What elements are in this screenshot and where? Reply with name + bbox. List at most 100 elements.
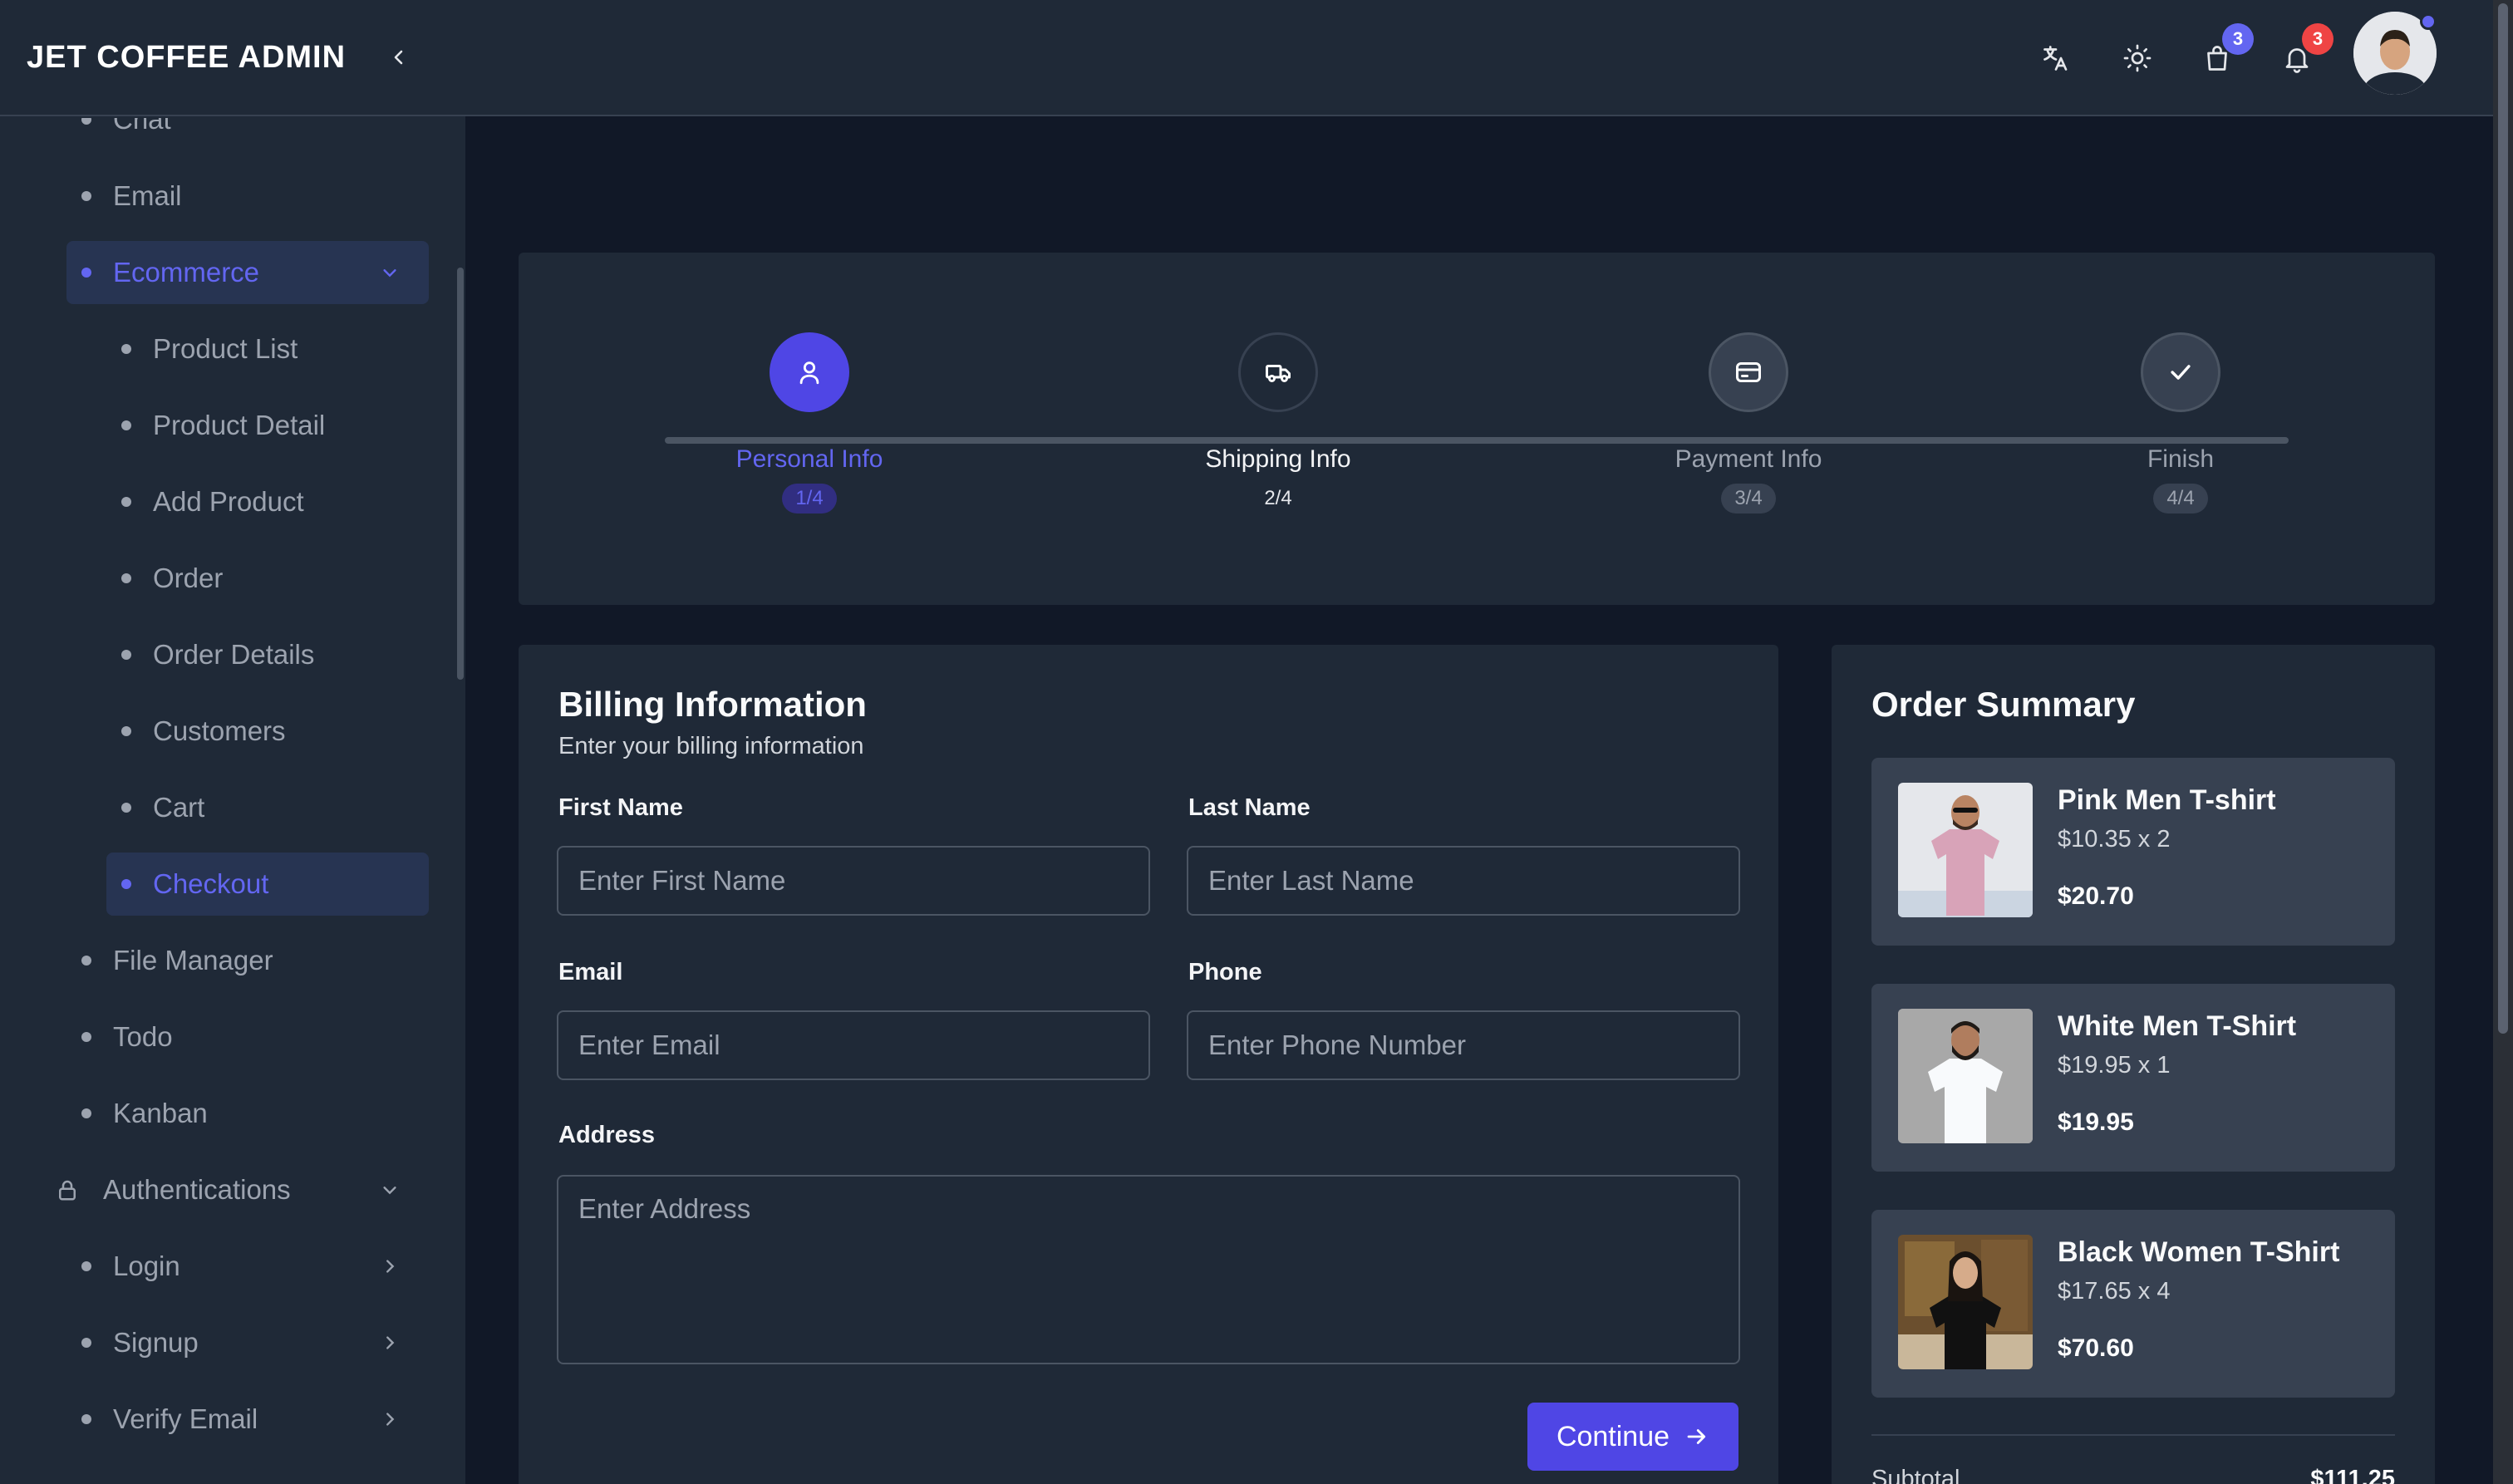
bullet-icon [121, 497, 131, 507]
truck-icon [1266, 365, 1291, 382]
bullet-icon [81, 1261, 91, 1271]
step-finish[interactable]: Finish 4/4 [2014, 332, 2347, 514]
order-item[interactable]: Pink Men T-shirt $10.35 x 2 $20.70 [1871, 758, 2395, 946]
sidebar-item-todo[interactable]: Todo [0, 999, 465, 1075]
sun-icon [2123, 44, 2152, 72]
pink-tshirt-image [1898, 783, 2033, 917]
black-tshirt-image [1898, 1235, 2033, 1369]
notification-count-badge: 3 [2302, 23, 2334, 55]
sidebar-item-label: Product List [153, 333, 298, 364]
billing-subtitle: Enter your billing information [558, 733, 864, 759]
step-count: 3/4 [1721, 484, 1776, 514]
sidebar-header: JET COFFEE ADMIN [0, 0, 465, 116]
step-circle [2141, 332, 2220, 412]
bullet-icon [121, 879, 131, 889]
phone-field[interactable] [1187, 1010, 1740, 1080]
step-circle [1709, 332, 1788, 412]
address-label: Address [558, 1122, 656, 1148]
step-payment-info[interactable]: Payment Info 3/4 [1582, 332, 1915, 514]
step-personal-info[interactable]: Personal Info 1/4 [643, 332, 976, 514]
sidebar-item-authentications[interactable]: Authentications [0, 1152, 465, 1228]
cart-button[interactable]: 3 [2196, 23, 2254, 80]
step-shipping-info[interactable]: Shipping Info 2/4 [1112, 332, 1444, 514]
sidebar-item-label: Signup [113, 1327, 199, 1358]
sidebar-item-signup[interactable]: Signup [0, 1305, 465, 1381]
step-count: 2/4 [1264, 487, 1292, 509]
address-field[interactable] [557, 1175, 1740, 1364]
sidebar-item-kanban[interactable]: Kanban [0, 1075, 465, 1152]
cart-count-badge: 3 [2222, 23, 2254, 55]
item-price-qty: $10.35 x 2 [2058, 826, 2171, 853]
chevron-right-icon [386, 1260, 395, 1273]
collapse-sidebar-button[interactable] [382, 41, 416, 74]
sidebar-item-email[interactable]: Email [0, 158, 465, 234]
theme-toggle-button[interactable] [2116, 37, 2159, 80]
brand-title: JET COFFEE ADMIN [27, 39, 347, 75]
last-name-field[interactable] [1187, 846, 1740, 916]
step-count: 4/4 [2153, 484, 2208, 514]
sidebar-item-file-manager[interactable]: File Manager [0, 922, 465, 999]
online-status-dot [2420, 13, 2437, 30]
check-icon [2171, 365, 2191, 380]
topbar: 3 3 [465, 0, 2493, 116]
email-label: Email [558, 959, 623, 985]
bullet-icon [81, 956, 91, 966]
product-thumbnail [1898, 783, 2033, 917]
first-name-field[interactable] [557, 846, 1150, 916]
sidebar-item-order-details[interactable]: Order Details [0, 617, 465, 693]
sidebar-scrollbar[interactable] [457, 268, 464, 680]
sidebar-item-label: Add Product [153, 486, 304, 517]
sidebar-item-cart[interactable]: Cart [0, 769, 465, 846]
item-price-qty: $19.95 x 1 [2058, 1052, 2171, 1079]
bullet-icon [121, 573, 131, 583]
sidebar-item-customers[interactable]: Customers [0, 693, 465, 769]
order-summary-title: Order Summary [1871, 685, 2136, 724]
item-total: $20.70 [2058, 882, 2134, 910]
sidebar-item-login[interactable]: Login [0, 1228, 465, 1305]
sidebar-item-label: File Manager [113, 945, 273, 975]
email-field[interactable] [557, 1010, 1150, 1080]
sidebar-item-label: Cart [153, 792, 205, 823]
item-name: Pink Men T-shirt [2058, 784, 2276, 816]
sidebar-item-product-detail[interactable]: Product Detail [0, 387, 465, 464]
continue-button[interactable]: Continue [1527, 1403, 1738, 1471]
step-circle [770, 332, 849, 412]
step-label: Finish [2147, 445, 2215, 473]
chevron-right-icon [386, 1336, 395, 1349]
order-item[interactable]: White Men T-Shirt $19.95 x 1 $19.95 [1871, 984, 2395, 1172]
continue-button-label: Continue [1556, 1420, 1670, 1452]
chevron-down-icon [383, 269, 396, 278]
language-button[interactable] [2034, 37, 2078, 80]
sidebar-item-ecommerce[interactable]: Ecommerce [0, 234, 465, 311]
bullet-icon [81, 268, 91, 278]
sidebar-item-label: Chat [113, 118, 171, 135]
bullet-icon [81, 1032, 91, 1042]
sidebar-item-order[interactable]: Order [0, 540, 465, 617]
sidebar-item-label: Kanban [113, 1098, 208, 1128]
bullet-icon [121, 803, 131, 813]
sidebar-item-label: Todo [113, 1021, 173, 1052]
sidebar-item-checkout[interactable]: Checkout [0, 846, 465, 922]
sidebar-item-add-product[interactable]: Add Product [0, 464, 465, 540]
billing-card: Billing Information Enter your billing i… [519, 645, 1778, 1484]
arrow-right-icon [1687, 1429, 1706, 1444]
notifications-button[interactable]: 3 [2275, 23, 2334, 80]
bullet-icon [121, 650, 131, 660]
sidebar-item-label: Checkout [153, 868, 269, 899]
item-total: $70.60 [2058, 1334, 2134, 1362]
subtotal-label: Subtotal [1871, 1466, 1960, 1484]
chevron-down-icon [383, 1187, 396, 1195]
bullet-icon [121, 726, 131, 736]
bullet-icon [81, 191, 91, 201]
sidebar-item-product-list[interactable]: Product List [0, 311, 465, 387]
first-name-label: First Name [558, 794, 683, 821]
sidebar-item-chat[interactable]: Chat [0, 118, 465, 158]
sidebar-item-label: Login [113, 1251, 180, 1281]
order-item[interactable]: Black Women T-Shirt $17.65 x 4 $70.60 [1871, 1210, 2395, 1398]
sidebar-item-verify-email[interactable]: Verify Email [0, 1381, 465, 1457]
page-scrollbar-thumb[interactable] [2498, 3, 2508, 1034]
item-price-qty: $17.65 x 4 [2058, 1278, 2171, 1305]
phone-label: Phone [1188, 959, 1262, 985]
white-tshirt-image [1898, 1009, 2033, 1143]
sidebar-item-label: Order Details [153, 639, 315, 670]
